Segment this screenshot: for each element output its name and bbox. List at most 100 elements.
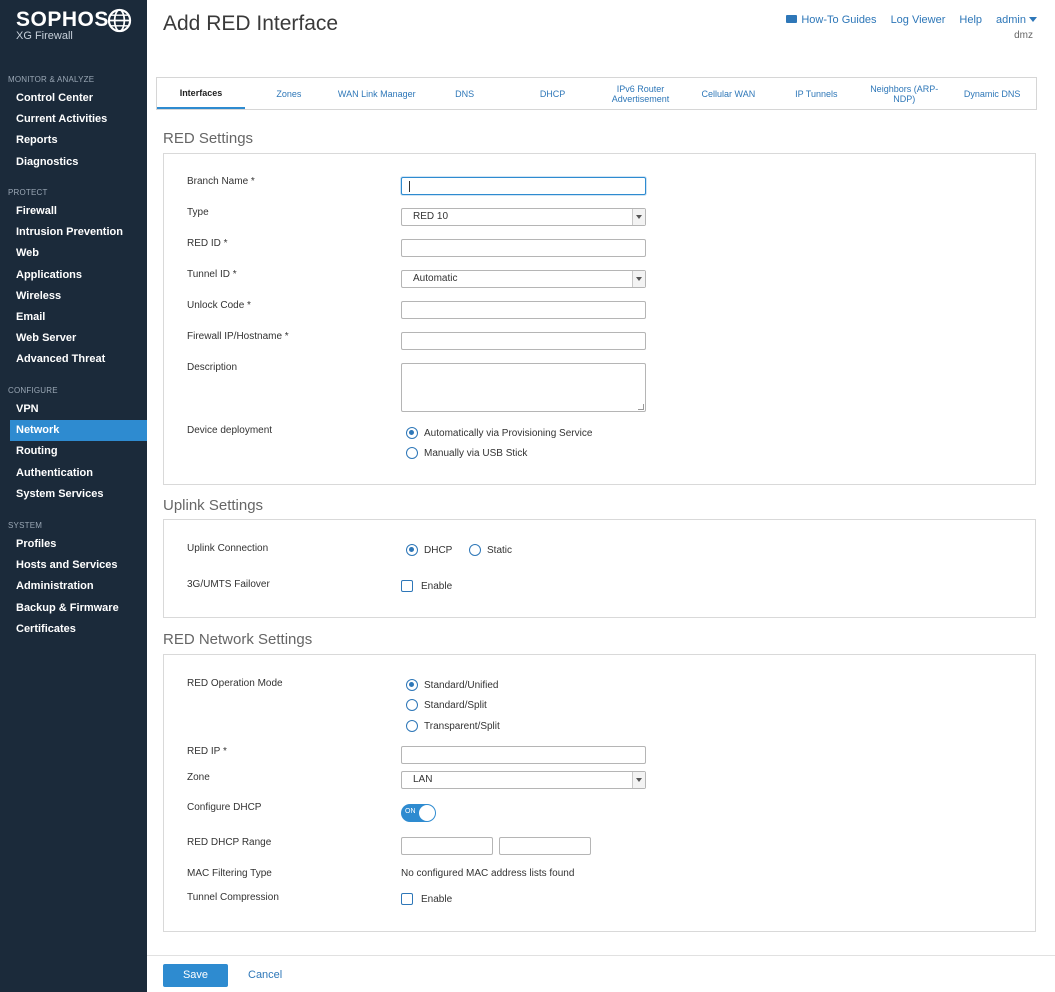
tab-zones[interactable]: Zones xyxy=(245,78,333,109)
cancel-button[interactable]: Cancel xyxy=(248,969,282,981)
tab-ip-tunnels[interactable]: IP Tunnels xyxy=(772,78,860,109)
red-id-input[interactable] xyxy=(401,239,646,257)
tab-dynamic-dns[interactable]: Dynamic DNS xyxy=(948,78,1036,109)
sidebar-item-intrusion-prevention[interactable]: Intrusion Prevention xyxy=(0,222,147,243)
description-label: Description xyxy=(187,362,238,373)
nav-section-title: CONFIGURE xyxy=(8,386,58,395)
resize-grip-icon[interactable] xyxy=(638,404,644,410)
sidebar-item-email[interactable]: Email xyxy=(0,307,147,328)
red-ip-label: RED IP * xyxy=(187,746,227,757)
tab-bar: Interfaces Zones WAN Link Manager DNS DH… xyxy=(156,77,1037,110)
branch-name-input[interactable] xyxy=(401,177,646,195)
failover-enable-checkbox[interactable]: Enable xyxy=(401,580,452,592)
tab-interfaces[interactable]: Interfaces xyxy=(157,78,245,109)
section-title-red-settings: RED Settings xyxy=(163,130,254,147)
logo-text: SOPHOS xyxy=(16,8,109,31)
deployment-option-auto[interactable]: Automatically via Provisioning Service xyxy=(406,427,592,439)
radio-unselected-icon xyxy=(406,447,418,459)
form-footer: Save Cancel xyxy=(147,955,1055,992)
sidebar-item-network[interactable]: Network xyxy=(10,420,147,442)
red-settings-panel: Branch Name * Type RED 10 RED ID * Tunne… xyxy=(163,153,1036,485)
tab-neighbors[interactable]: Neighbors (ARP-NDP) xyxy=(860,78,948,109)
failover-label: 3G/UMTS Failover xyxy=(187,579,270,590)
compression-enable-label: Enable xyxy=(421,893,453,905)
tab-dhcp[interactable]: DHCP xyxy=(509,78,597,109)
sidebar-item-certificates[interactable]: Certificates xyxy=(0,619,147,640)
sidebar-item-control-center[interactable]: Control Center xyxy=(0,88,147,109)
sophos-logo[interactable]: SOPHOS XG Firewall xyxy=(16,8,109,42)
sidebar-item-system-services[interactable]: System Services xyxy=(0,484,147,505)
deployment-option-label: Automatically via Provisioning Service xyxy=(424,427,593,439)
branch-name-label: Branch Name * xyxy=(187,176,255,187)
sidebar-item-authentication[interactable]: Authentication xyxy=(0,463,147,484)
log-viewer-link[interactable]: Log Viewer xyxy=(891,14,946,26)
dhcp-range-start-input[interactable] xyxy=(401,837,493,855)
sidebar-item-applications[interactable]: Applications xyxy=(0,265,147,286)
text-cursor xyxy=(409,181,410,192)
type-select[interactable]: RED 10 xyxy=(401,208,646,226)
zone-select[interactable]: LAN xyxy=(401,771,646,789)
sidebar-item-firewall[interactable]: Firewall xyxy=(0,201,147,222)
firewall-ip-label: Firewall IP/Hostname * xyxy=(187,331,289,342)
red-ip-input[interactable] xyxy=(401,746,646,764)
compression-enable-checkbox[interactable]: Enable xyxy=(401,893,452,905)
checkbox-icon xyxy=(401,580,413,592)
uplink-connection-label: Uplink Connection xyxy=(187,543,269,554)
user-name: admin xyxy=(996,14,1026,26)
description-textarea[interactable] xyxy=(401,363,646,412)
save-button[interactable]: Save xyxy=(163,964,228,987)
mode-option-transparent-split[interactable]: Transparent/Split xyxy=(406,720,500,732)
globe-icon xyxy=(107,8,132,33)
dhcp-range-end-input[interactable] xyxy=(499,837,591,855)
mode-option-standard-unified[interactable]: Standard/Unified xyxy=(406,679,499,691)
help-link[interactable]: Help xyxy=(959,14,982,26)
how-to-guides-label: How-To Guides xyxy=(801,14,877,26)
firewall-ip-input[interactable] xyxy=(401,332,646,350)
tab-ipv6-router-advertisement[interactable]: IPv6 Router Advertisement xyxy=(597,78,685,109)
checkbox-icon xyxy=(401,893,413,905)
sidebar-item-routing[interactable]: Routing xyxy=(0,441,147,462)
tunnel-id-select[interactable]: Automatic xyxy=(401,270,646,288)
mode-option-standard-split[interactable]: Standard/Split xyxy=(406,699,487,711)
user-menu[interactable]: admin xyxy=(996,14,1037,26)
sidebar-item-backup-firmware[interactable]: Backup & Firmware xyxy=(0,598,147,619)
tab-cellular-wan[interactable]: Cellular WAN xyxy=(684,78,772,109)
section-title-red-network-settings: RED Network Settings xyxy=(163,631,313,648)
nav-section-title: SYSTEM xyxy=(8,521,43,530)
sidebar-item-hosts-and-services[interactable]: Hosts and Services xyxy=(0,555,147,576)
sidebar-item-administration[interactable]: Administration xyxy=(0,576,147,597)
page-title: Add RED Interface xyxy=(163,12,339,35)
sidebar-item-web[interactable]: Web xyxy=(0,243,147,264)
nav-section-system: SYSTEM Profiles Hosts and Services Admin… xyxy=(0,518,147,640)
sidebar-item-reports[interactable]: Reports xyxy=(0,130,147,151)
radio-unselected-icon xyxy=(406,720,418,732)
zone-select-value: LAN xyxy=(413,774,433,785)
dhcp-range-label: RED DHCP Range xyxy=(187,837,272,848)
video-camera-icon xyxy=(786,15,798,23)
sidebar-item-wireless[interactable]: Wireless xyxy=(0,286,147,307)
nav-section-title: PROTECT xyxy=(8,188,48,197)
nav-section-monitor: MONITOR & ANALYZE Control Center Current… xyxy=(0,72,147,173)
radio-selected-icon xyxy=(406,544,418,556)
uplink-option-dhcp[interactable]: DHCP xyxy=(406,544,452,556)
mac-filtering-value: No configured MAC address lists found xyxy=(401,868,575,879)
sidebar-item-web-server[interactable]: Web Server xyxy=(0,328,147,349)
how-to-guides-link[interactable]: How-To Guides xyxy=(786,14,877,26)
configure-dhcp-toggle[interactable]: ON xyxy=(401,804,436,822)
toggle-state-label: ON xyxy=(405,808,416,815)
sidebar-item-advanced-threat[interactable]: Advanced Threat xyxy=(0,349,147,370)
uplink-settings-panel: Uplink Connection DHCP Static 3G/UMTS Fa… xyxy=(163,519,1036,618)
sidebar-item-current-activities[interactable]: Current Activities xyxy=(0,109,147,130)
tab-wan-link-manager[interactable]: WAN Link Manager xyxy=(333,78,421,109)
deployment-option-usb[interactable]: Manually via USB Stick xyxy=(406,447,527,459)
sidebar-item-diagnostics[interactable]: Diagnostics xyxy=(0,152,147,173)
mode-option-label: Standard/Unified xyxy=(424,679,499,691)
sidebar-item-profiles[interactable]: Profiles xyxy=(0,534,147,555)
operation-mode-label: RED Operation Mode xyxy=(187,678,283,689)
nav-section-title: MONITOR & ANALYZE xyxy=(8,75,95,84)
tab-dns[interactable]: DNS xyxy=(421,78,509,109)
uplink-option-label: DHCP xyxy=(424,544,453,556)
sidebar-item-vpn[interactable]: VPN xyxy=(0,399,147,420)
unlock-code-input[interactable] xyxy=(401,301,646,319)
uplink-option-static[interactable]: Static xyxy=(469,544,512,556)
